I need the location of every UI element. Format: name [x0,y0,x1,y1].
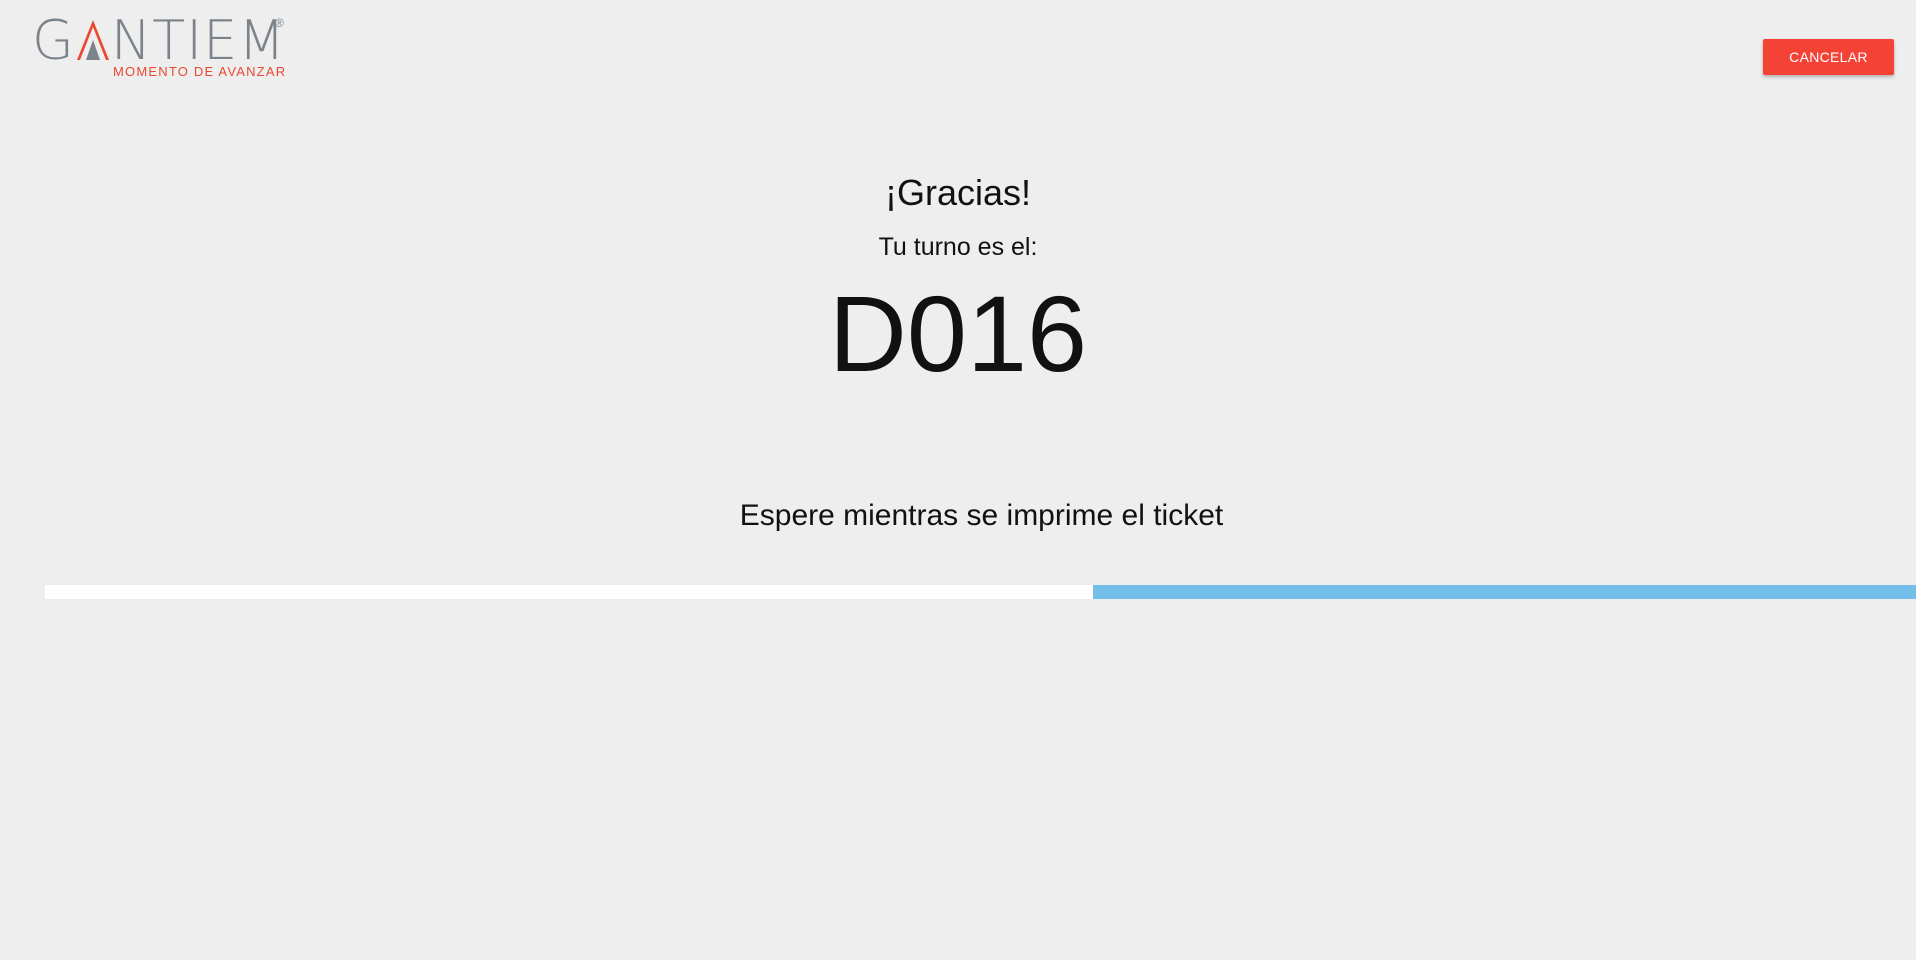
logo-wordmark: G NTIEM [32,9,286,72]
turn-number: D016 [828,273,1088,394]
registered-mark: ® [275,16,284,30]
logo-letters-ntiem: NTIEM [110,9,286,72]
cancel-button[interactable]: CANCELAR [1763,39,1894,75]
print-progress-fill [1092,585,1916,599]
logo-letter-g: G [32,9,75,72]
printing-wait-message: Espere mientras se imprime el ticket [739,499,1224,532]
thanks-heading: ¡Gracias! [884,172,1032,213]
ticket-confirmation-screen: G NTIEM ® MOMENTO DE AVANZAR CANCELAR ¡G… [0,0,1916,960]
gantiem-logo: G NTIEM ® MOMENTO DE AVANZAR [32,9,292,80]
logo-tagline: MOMENTO DE AVANZAR [113,64,287,79]
print-progress-bar [45,585,1916,599]
gantiem-a-mountain-icon [76,18,110,62]
turn-label: Tu turno es el: [878,233,1038,261]
